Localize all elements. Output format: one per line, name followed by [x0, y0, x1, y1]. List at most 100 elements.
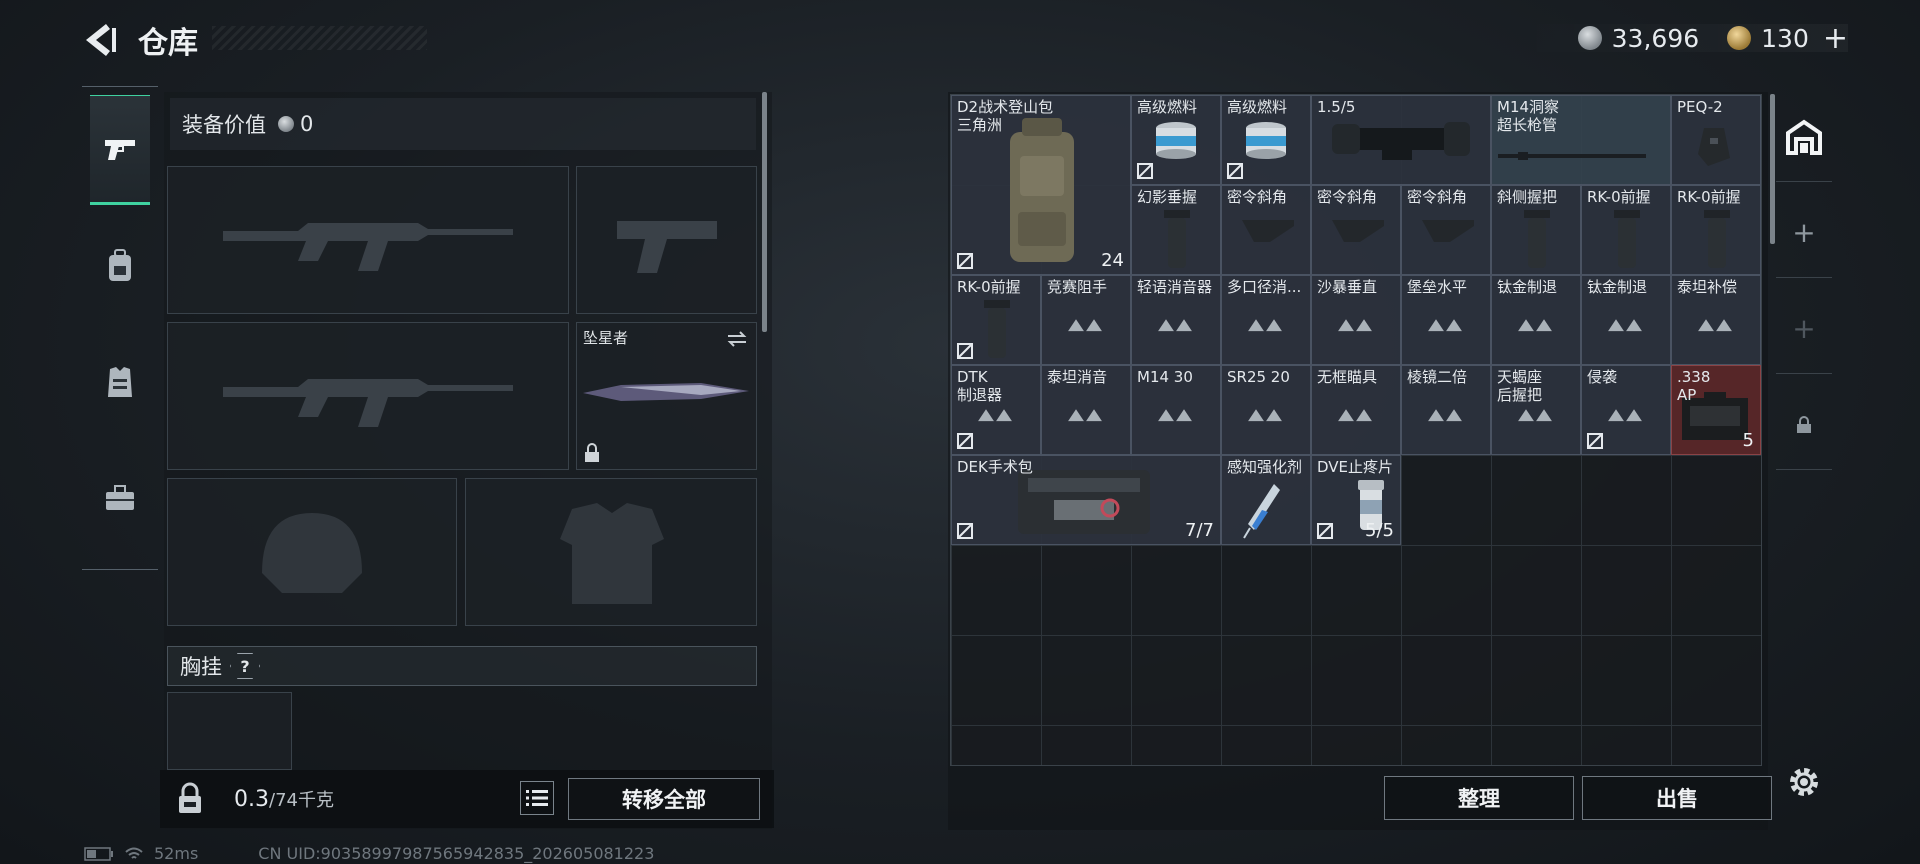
- add-storage-button[interactable]: +: [1776, 188, 1832, 278]
- inventory-item[interactable]: 幻影垂握: [1131, 185, 1221, 275]
- item-name: 斜侧握把: [1497, 188, 1558, 206]
- body-armor-slot[interactable]: [465, 478, 757, 626]
- pistol-icon: [105, 140, 135, 160]
- inventory-item[interactable]: DVE止疼片 5/5: [1311, 455, 1401, 545]
- chest-rig-label: 胸挂: [180, 655, 222, 679]
- wifi-icon: [125, 847, 143, 859]
- inventory-item[interactable]: 密令斜角: [1221, 185, 1311, 275]
- list-view-button[interactable]: [520, 781, 554, 815]
- inventory-item[interactable]: 感知强化剂: [1221, 455, 1311, 545]
- inventory-item[interactable]: M14洞察 超长枪管: [1491, 95, 1671, 185]
- inventory-item[interactable]: SR25 20: [1221, 365, 1311, 455]
- swap-icon[interactable]: [726, 329, 748, 349]
- rifle-silhouette-icon: [223, 223, 513, 271]
- inventory-item[interactable]: 无框瞄具: [1311, 365, 1401, 455]
- vest-icon: [108, 367, 132, 397]
- backpack-icon: [109, 249, 131, 281]
- inventory-item[interactable]: 斜侧握把: [1491, 185, 1581, 275]
- add-currency-button[interactable]: +: [1823, 21, 1848, 56]
- chest-rig-slot[interactable]: [167, 692, 292, 770]
- item-count: 5/5: [1365, 520, 1394, 541]
- inventory-item[interactable]: 1.5/5: [1311, 95, 1491, 185]
- inventory-item[interactable]: M14 30: [1131, 365, 1221, 455]
- sell-button[interactable]: 出售: [1582, 776, 1772, 820]
- item-name: DEK手术包: [957, 458, 1033, 476]
- help-button[interactable]: ?: [230, 653, 260, 679]
- melee-slot[interactable]: 坠星者: [576, 322, 757, 470]
- tab-weapons[interactable]: [90, 95, 150, 205]
- inventory-item[interactable]: 棱镜二倍: [1401, 365, 1491, 455]
- inventory-item[interactable]: 竞赛阻手: [1041, 275, 1131, 365]
- transfer-all-button[interactable]: 转移全部: [568, 778, 760, 820]
- inventory-item[interactable]: .338 AP 5: [1671, 365, 1761, 455]
- inventory-item[interactable]: 钛金制退: [1581, 275, 1671, 365]
- gear-icon: [1790, 768, 1818, 796]
- title-decoration: [212, 26, 427, 50]
- back-button[interactable]: [80, 20, 120, 60]
- weight-max: /74千克: [269, 790, 334, 811]
- status-bar: 52ms CN UID:90358997987565942835_2026050…: [84, 844, 654, 863]
- category-tabs: [82, 86, 158, 570]
- inventory-item[interactable]: 高级燃料: [1131, 95, 1221, 185]
- helmet-slot[interactable]: [167, 478, 457, 626]
- secondary-weapon-slot[interactable]: [167, 322, 569, 470]
- user-uid: CN UID:90358997987565942835_202605081223: [258, 844, 655, 863]
- ping-readout: 52ms: [154, 844, 199, 863]
- inventory-item[interactable]: 轻语消音器: [1131, 275, 1221, 365]
- item-name: SR25 20: [1227, 368, 1290, 386]
- inventory-item[interactable]: PEQ-2: [1671, 95, 1761, 185]
- tab-armor[interactable]: [90, 327, 150, 437]
- settings-button[interactable]: [1784, 762, 1824, 802]
- item-count: 7/7: [1185, 520, 1214, 541]
- knife-icon: [583, 383, 749, 401]
- no-trade-icon: [1227, 163, 1243, 179]
- inventory-item[interactable]: 密令斜角: [1311, 185, 1401, 275]
- inventory-scrollbar[interactable]: [1770, 94, 1775, 244]
- tab-toolbox[interactable]: [90, 443, 150, 553]
- item-name: D2战术登山包 三角洲: [957, 98, 1054, 134]
- tab-gear[interactable]: [90, 211, 150, 321]
- inventory-item[interactable]: 泰坦补偿: [1671, 275, 1761, 365]
- pistol-silhouette-icon: [617, 221, 717, 273]
- weight-lock-icon: [172, 781, 208, 817]
- plus-icon: +: [1792, 216, 1816, 249]
- item-name: RK-0前握: [1587, 188, 1651, 206]
- inventory-item[interactable]: 钛金制退: [1491, 275, 1581, 365]
- silver-balance: 33,696: [1611, 23, 1700, 53]
- inventory-item[interactable]: 天蝎座 后握把: [1491, 365, 1581, 455]
- plus-icon: +: [1792, 312, 1816, 345]
- no-trade-icon: [1587, 433, 1603, 449]
- inventory-item[interactable]: 泰坦消音: [1041, 365, 1131, 455]
- inventory-item[interactable]: DTK 制退器: [951, 365, 1041, 455]
- item-name: PEQ-2: [1677, 98, 1723, 116]
- no-trade-icon: [957, 433, 973, 449]
- inventory-item[interactable]: 高级燃料: [1221, 95, 1311, 185]
- organize-button[interactable]: 整理: [1384, 776, 1574, 820]
- helmet-silhouette-icon: [262, 513, 362, 593]
- inventory-item[interactable]: RK-0前握: [1671, 185, 1761, 275]
- item-name: 幻影垂握: [1137, 188, 1198, 206]
- item-name: 密令斜角: [1407, 188, 1468, 206]
- inventory-item[interactable]: 密令斜角: [1401, 185, 1491, 275]
- inventory-item[interactable]: 沙暴垂直: [1311, 275, 1401, 365]
- primary-weapon-slot[interactable]: [167, 166, 569, 314]
- item-name: RK-0前握: [957, 278, 1021, 296]
- add-storage-button-2[interactable]: +: [1776, 284, 1832, 374]
- tab-warehouse[interactable]: [1776, 92, 1832, 182]
- gold-coin-icon: [1727, 26, 1752, 50]
- inventory-item[interactable]: D2战术登山包 三角洲 24: [951, 95, 1131, 275]
- inventory-item[interactable]: DEK手术包 7/7: [951, 455, 1221, 545]
- equipment-scrollbar[interactable]: [762, 92, 767, 332]
- inventory-item[interactable]: 多口径消...: [1221, 275, 1311, 365]
- pistol-slot[interactable]: [576, 166, 757, 314]
- no-trade-icon: [1137, 163, 1153, 179]
- inventory-item[interactable]: RK-0前握: [1581, 185, 1671, 275]
- inventory-item[interactable]: RK-0前握: [951, 275, 1041, 365]
- no-trade-icon: [957, 343, 973, 359]
- inventory-item[interactable]: 堡垒水平: [1401, 275, 1491, 365]
- locked-storage[interactable]: [1776, 380, 1832, 470]
- inventory-item[interactable]: 侵袭: [1581, 365, 1671, 455]
- item-name: 天蝎座 后握把: [1497, 368, 1543, 404]
- silver-coin-icon: [1577, 26, 1602, 50]
- item-name: 轻语消音器: [1137, 278, 1213, 296]
